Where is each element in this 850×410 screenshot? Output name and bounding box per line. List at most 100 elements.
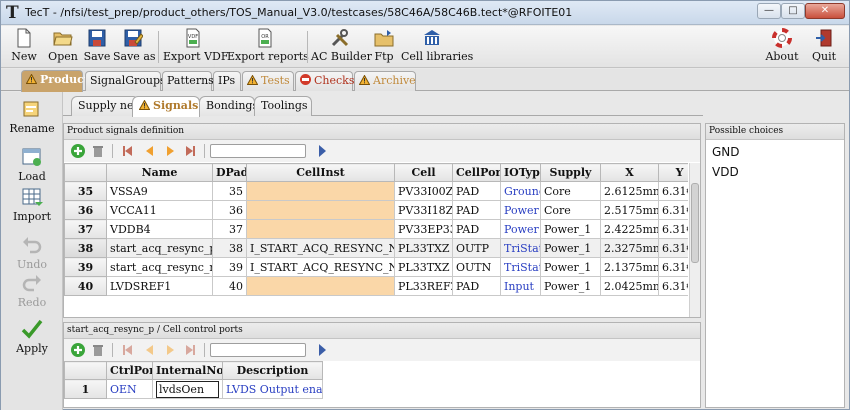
scrollbar-thumb[interactable] <box>691 183 699 263</box>
row-number[interactable]: 35 <box>64 181 107 201</box>
cell-cellinst[interactable] <box>246 200 395 220</box>
choice-item[interactable]: GND <box>706 143 844 163</box>
import-button[interactable]: Import <box>1 186 63 223</box>
tab-checks[interactable]: Checks <box>295 71 354 91</box>
cell-name[interactable]: VCCA11 <box>106 200 213 220</box>
next-icon[interactable] <box>162 143 178 159</box>
cell-y[interactable]: 6.31€ <box>658 276 688 296</box>
table-row[interactable]: 39 start_acq_resync_n 39 I_START_ACQ_RES… <box>64 257 688 277</box>
choice-item[interactable]: VDD <box>706 163 844 183</box>
redo-button[interactable]: Redo <box>1 272 63 309</box>
cell-cellport[interactable]: PAD <box>452 219 501 239</box>
trash-icon[interactable] <box>90 143 106 159</box>
cell-cell[interactable]: PV33I18Z <box>394 200 453 220</box>
add-row-icon[interactable] <box>70 143 86 159</box>
tab-patterns[interactable]: Patterns <box>162 71 214 91</box>
cell-x[interactable]: 2.3275mm <box>600 238 659 258</box>
column-header-description[interactable]: Description <box>222 361 323 380</box>
cell-cellinst[interactable] <box>246 181 395 201</box>
cell-y[interactable]: 6.31€ <box>658 257 688 277</box>
export-reports-button[interactable]: OR Export reports <box>227 28 309 66</box>
tab-supply-nets[interactable]: Supply nets <box>71 96 144 116</box>
cell-cellinst[interactable]: I_START_ACQ_RESYNC_NM <box>246 257 395 277</box>
column-header-cellinst[interactable]: CellInst <box>246 163 395 182</box>
cell-x[interactable]: 2.6125mm <box>600 181 659 201</box>
column-header[interactable] <box>64 163 107 182</box>
cell-dpad[interactable]: 40 <box>212 276 247 296</box>
first-record-icon[interactable] <box>120 342 136 358</box>
table-row[interactable]: 1 OEN lvdsOen LVDS Output enable <box>64 379 323 399</box>
cell-cellport[interactable]: PAD <box>452 200 501 220</box>
cell-y[interactable]: 6.31€ <box>658 181 688 201</box>
cell-cellinst[interactable] <box>246 219 395 239</box>
cell-cell[interactable]: PL33TXZ <box>394 238 453 258</box>
column-header-supply[interactable]: Supply <box>540 163 601 182</box>
cell-cellport[interactable]: OUTP <box>452 238 501 258</box>
row-number[interactable]: 37 <box>64 219 107 239</box>
cell-y[interactable]: 6.31€ <box>658 200 688 220</box>
cell-x[interactable]: 2.0425mm <box>600 276 659 296</box>
rename-button[interactable]: Rename <box>1 98 63 135</box>
tab-archive[interactable]: Archive <box>354 71 416 91</box>
cell-iotype[interactable]: TriState <box>500 238 541 258</box>
column-header-iotype[interactable]: IOType <box>500 163 541 182</box>
tab-toolings[interactable]: Toolings <box>254 96 312 116</box>
cell-x[interactable]: 2.1375mm <box>600 257 659 277</box>
search-go-icon[interactable] <box>314 143 330 159</box>
cell-name[interactable]: VDDB4 <box>106 219 213 239</box>
search-go-icon[interactable] <box>314 342 330 358</box>
column-header-y[interactable]: Y <box>658 163 688 182</box>
save-as-button[interactable]: Save as <box>113 28 156 66</box>
signals-vertical-scrollbar[interactable] <box>689 163 700 317</box>
row-number[interactable]: 1 <box>64 379 107 399</box>
cell-dpad[interactable]: 36 <box>212 200 247 220</box>
cell-iotype[interactable]: Power <box>500 200 541 220</box>
apply-button[interactable]: Apply <box>1 318 63 355</box>
undo-button[interactable]: Undo <box>1 234 63 271</box>
quit-button[interactable]: Quit <box>809 28 839 66</box>
column-header-ctrlport[interactable]: CtrlPort <box>106 361 153 380</box>
next-icon[interactable] <box>162 342 178 358</box>
open-button[interactable]: Open <box>45 28 81 66</box>
add-row-icon[interactable] <box>70 342 86 358</box>
cell-name[interactable]: LVDSREF1 <box>106 276 213 296</box>
column-header-cellport[interactable]: CellPort <box>452 163 501 182</box>
tab-ips[interactable]: IPs <box>213 71 241 91</box>
cell-name[interactable]: VSSA9 <box>106 181 213 201</box>
last-record-icon[interactable] <box>182 342 198 358</box>
ftp-button[interactable]: Ftp <box>371 28 397 66</box>
previous-icon[interactable] <box>142 342 158 358</box>
cell-iotype[interactable]: Input <box>500 276 541 296</box>
row-number[interactable]: 38 <box>64 238 107 258</box>
minimize-button[interactable]: — <box>757 3 781 19</box>
cell-x[interactable]: 2.5175mm <box>600 200 659 220</box>
cell-iotype[interactable]: TriState <box>500 257 541 277</box>
cell-supply[interactable]: Power_1 <box>540 238 601 258</box>
ac-builder-button[interactable]: AC Builder <box>311 28 372 66</box>
cell-dpad[interactable]: 39 <box>212 257 247 277</box>
column-header-x[interactable]: X <box>600 163 659 182</box>
cell-cell[interactable]: PV33I00Z <box>394 181 453 201</box>
cell-internalnode[interactable]: lvdsOen <box>152 379 223 399</box>
cell-name[interactable]: start_acq_resync_n <box>106 257 213 277</box>
trash-icon[interactable] <box>90 342 106 358</box>
cell-libraries-button[interactable]: Cell libraries <box>401 28 473 66</box>
tab-signals[interactable]: Signals <box>132 96 200 117</box>
table-row[interactable]: 40 LVDSREF1 40 PL33REFZ PAD Input Power_… <box>64 276 688 296</box>
cell-cellinst[interactable]: I_START_ACQ_RESYNC_NM <box>246 238 395 258</box>
new-button[interactable]: New <box>7 28 41 66</box>
cell-cellport[interactable]: PAD <box>452 276 501 296</box>
column-header[interactable] <box>64 361 107 380</box>
cell-cell[interactable]: PL33TXZ <box>394 257 453 277</box>
tab-bondings[interactable]: Bondings <box>199 96 258 116</box>
ports-search-input[interactable] <box>210 343 306 357</box>
last-record-icon[interactable] <box>182 143 198 159</box>
cell-cellport[interactable]: OUTN <box>452 257 501 277</box>
cell-cellinst[interactable] <box>246 276 395 296</box>
cell-cell[interactable]: PL33REFZ <box>394 276 453 296</box>
tab-signalgroups[interactable]: SignalGroups <box>85 71 166 91</box>
close-window-button[interactable]: ✕ <box>805 3 845 19</box>
cell-cell[interactable]: PV33EP33Z <box>394 219 453 239</box>
column-header-cell[interactable]: Cell <box>394 163 453 182</box>
first-record-icon[interactable] <box>120 143 136 159</box>
